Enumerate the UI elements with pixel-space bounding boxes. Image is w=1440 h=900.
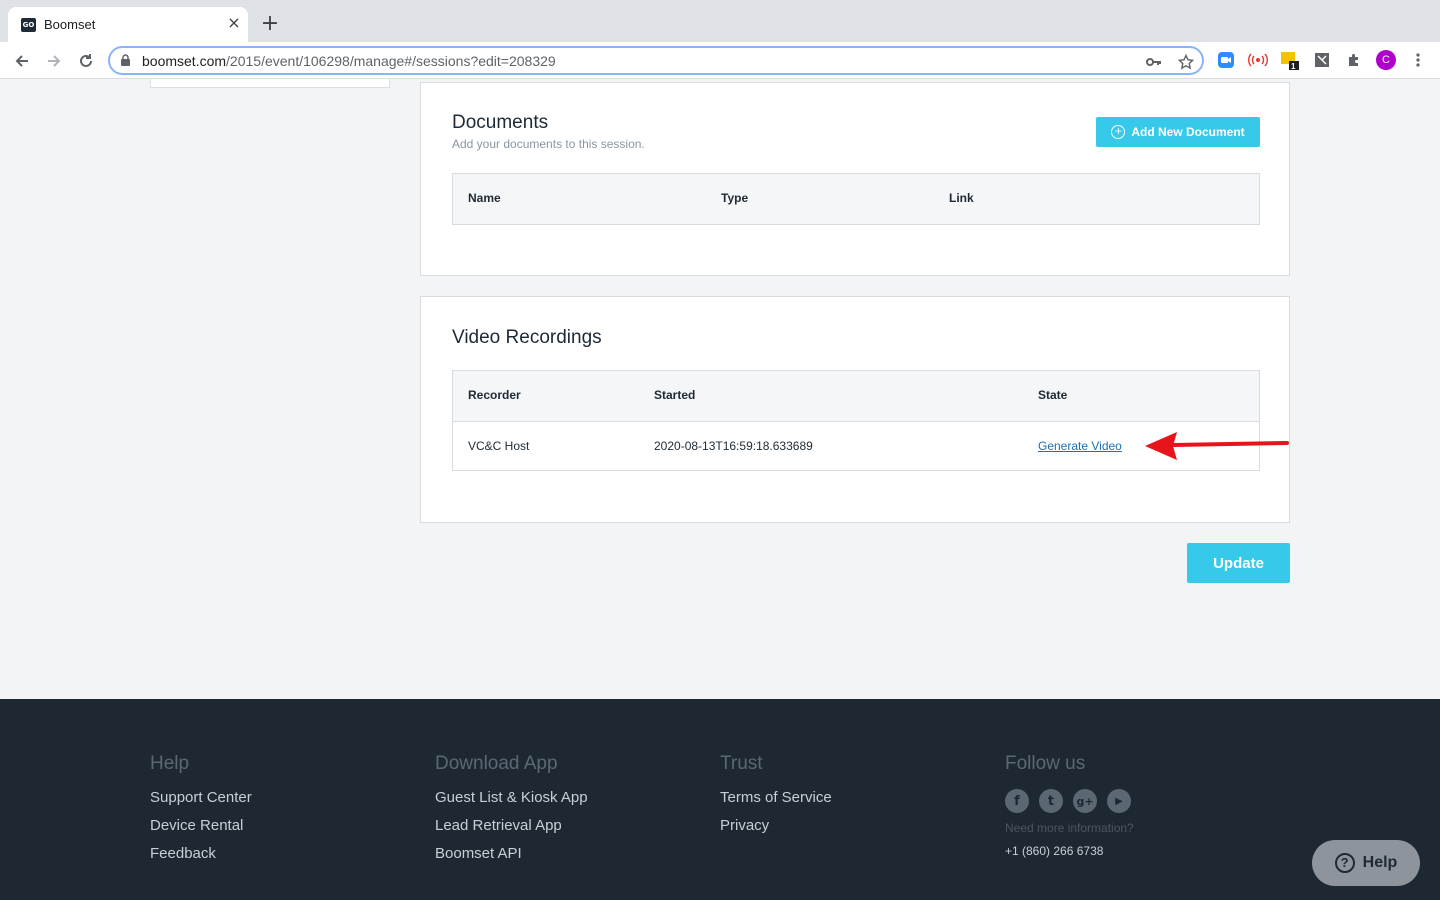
help-widget-label: Help — [1362, 854, 1398, 871]
column-header-type: Type — [721, 191, 749, 205]
twitter-icon[interactable]: t — [1039, 789, 1063, 813]
reload-icon[interactable] — [73, 48, 99, 74]
need-more-info-text: Need more information? — [1005, 821, 1134, 835]
table-row: VC&C Host 2020-08-13T16:59:18.633689 Gen… — [453, 421, 1259, 470]
back-icon[interactable] — [9, 48, 35, 74]
footer-link-lead-retrieval-app[interactable]: Lead Retrieval App — [435, 817, 588, 835]
documents-subtitle: Add your documents to this session. — [452, 137, 645, 151]
video-recordings-title: Video Recordings — [452, 327, 602, 348]
footer-link-feedback[interactable]: Feedback — [150, 845, 252, 863]
boomset-favicon-icon: GO — [21, 18, 36, 32]
footer-heading-trust: Trust — [720, 753, 763, 774]
documents-table-header: Name Type Link — [453, 174, 1259, 224]
tab-close-icon[interactable]: × — [224, 13, 244, 33]
browser-tab[interactable]: GO Boomset × — [8, 7, 248, 42]
add-new-document-label: Add New Document — [1131, 125, 1245, 139]
column-header-started: Started — [654, 388, 696, 402]
video-recordings-table: Recorder Started State VC&C Host 2020-08… — [452, 370, 1260, 471]
footer: Help Support Center Device Rental Feedba… — [0, 699, 1440, 900]
documents-table: Name Type Link — [452, 173, 1260, 225]
notes-extension-icon[interactable]: 1 — [1280, 50, 1300, 71]
footer-link-guest-list-app[interactable]: Guest List & Kiosk App — [435, 789, 588, 807]
profile-avatar[interactable]: C — [1376, 50, 1396, 70]
footer-heading-help: Help — [150, 753, 190, 774]
address-bar[interactable]: boomset.com/2015/event/106298/manage#/se… — [108, 46, 1204, 75]
started-cell: 2020-08-13T16:59:18.633689 — [654, 439, 813, 453]
browser-tabstrip: GO Boomset × + — [0, 0, 1440, 42]
footer-link-terms[interactable]: Terms of Service — [720, 789, 832, 807]
broadcast-extension-icon[interactable] — [1248, 50, 1268, 70]
new-tab-icon[interactable]: + — [258, 12, 282, 36]
footer-heading-download: Download App — [435, 753, 558, 774]
footer-link-support-center[interactable]: Support Center — [150, 789, 252, 807]
column-header-state: State — [1038, 388, 1068, 402]
url-text: boomset.com/2015/event/106298/manage#/se… — [142, 53, 556, 69]
key-icon[interactable] — [1144, 52, 1164, 72]
footer-trust-column: Trust Terms of Service Privacy — [720, 753, 832, 845]
documents-card: Documents Add your documents to this ses… — [420, 82, 1290, 276]
tab-title: Boomset — [44, 17, 96, 32]
column-header-link: Link — [949, 191, 974, 205]
add-new-document-button[interactable]: + Add New Document — [1096, 117, 1260, 147]
menu-kebab-icon[interactable] — [1408, 50, 1428, 70]
zoom-extension-icon[interactable] — [1216, 50, 1236, 70]
column-header-recorder: Recorder — [468, 388, 521, 402]
footer-link-privacy[interactable]: Privacy — [720, 817, 832, 835]
footer-link-device-rental[interactable]: Device Rental — [150, 817, 252, 835]
lock-icon — [120, 54, 131, 72]
google-plus-icon[interactable]: g+ — [1073, 789, 1097, 813]
footer-follow-column: Follow us f t g+ ▶ Need more information… — [1005, 753, 1134, 858]
social-icons: f t g+ ▶ — [1005, 789, 1134, 813]
left-panel — [150, 79, 390, 88]
question-circle-icon: ? — [1334, 853, 1355, 873]
extensions-icon[interactable] — [1344, 50, 1364, 70]
facebook-icon[interactable]: f — [1005, 789, 1029, 813]
footer-heading-follow: Follow us — [1005, 753, 1086, 774]
column-header-name: Name — [468, 191, 501, 205]
video-table-header: Recorder Started State — [453, 371, 1259, 421]
forward-icon[interactable] — [41, 48, 67, 74]
browser-toolbar: boomset.com/2015/event/106298/manage#/se… — [0, 42, 1440, 79]
help-widget-button[interactable]: ? Help — [1312, 840, 1420, 886]
annotation-arrow-icon — [1144, 430, 1290, 467]
puzzle-ext-icon[interactable] — [1312, 50, 1332, 70]
footer-help-column: Help Support Center Device Rental Feedba… — [150, 753, 252, 873]
generate-video-link[interactable]: Generate Video — [1038, 439, 1122, 453]
youtube-icon[interactable]: ▶ — [1107, 789, 1131, 813]
recorder-cell: VC&C Host — [468, 439, 530, 453]
plus-circle-icon: + — [1111, 125, 1126, 139]
documents-title: Documents — [452, 112, 549, 133]
video-recordings-card: Video Recordings Recorder Started State … — [420, 296, 1290, 523]
update-button[interactable]: Update — [1187, 543, 1290, 583]
footer-link-boomset-api[interactable]: Boomset API — [435, 845, 588, 863]
footer-download-column: Download App Guest List & Kiosk App Lead… — [435, 753, 588, 873]
extension-badge: 1 — [1291, 62, 1296, 71]
bookmark-star-icon[interactable] — [1176, 52, 1196, 72]
phone-number[interactable]: +1 (860) 266 6738 — [1005, 844, 1134, 858]
